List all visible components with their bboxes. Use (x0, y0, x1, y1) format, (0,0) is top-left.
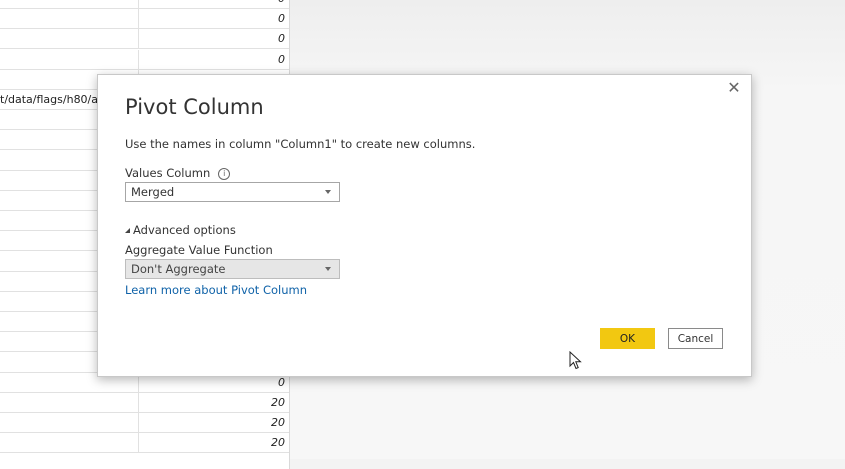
expand-triangle-icon (125, 228, 130, 233)
table-row: 20 (0, 433, 289, 454)
advanced-options-label: Advanced options (133, 223, 236, 237)
ok-button[interactable]: OK (600, 328, 655, 349)
close-icon[interactable]: ✕ (725, 79, 743, 97)
table-cell-numeric[interactable]: 0 (139, 0, 289, 9)
table-cell-numeric[interactable]: 0 (139, 29, 289, 49)
table-cell[interactable] (0, 29, 139, 50)
table-row: 0 (0, 49, 289, 70)
values-column-value: Merged (131, 185, 175, 199)
table-row: 0 (0, 0, 289, 9)
table-cell[interactable] (0, 433, 139, 454)
table-cell-numeric[interactable]: 20 (139, 393, 289, 413)
dialog-title: Pivot Column (125, 95, 264, 119)
table-row: 20 (0, 393, 289, 413)
dialog-description: Use the names in column "Column1" to cre… (125, 137, 476, 151)
learn-more-link[interactable]: Learn more about Pivot Column (125, 283, 307, 297)
aggregate-function-label: Aggregate Value Function (125, 243, 273, 257)
info-icon[interactable]: i (218, 168, 231, 180)
table-cell[interactable] (0, 413, 139, 434)
mouse-cursor-icon (569, 351, 582, 370)
values-column-label-row: Values Column i (125, 166, 231, 180)
pivot-column-dialog: ✕ Pivot Column Use the names in column "… (97, 74, 752, 377)
dropdown-arrow-icon (325, 267, 331, 271)
values-column-label: Values Column (125, 166, 211, 180)
table-cell-numeric[interactable]: 20 (139, 413, 289, 433)
values-column-select[interactable]: Merged (125, 182, 340, 202)
table-cell-numeric[interactable]: 0 (139, 9, 289, 29)
aggregate-function-select[interactable]: Don't Aggregate (125, 259, 340, 279)
table-row: 0 (0, 29, 289, 50)
table-cell[interactable] (0, 9, 139, 30)
table-cell[interactable] (0, 393, 139, 413)
table-row: 20 (0, 413, 289, 434)
dropdown-arrow-icon (325, 190, 331, 194)
table-cell[interactable] (0, 49, 139, 70)
cancel-button[interactable]: Cancel (668, 328, 723, 349)
table-cell-numeric[interactable]: 20 (139, 433, 289, 453)
table-row: 0 (0, 9, 289, 30)
table-cell-numeric[interactable]: 0 (139, 50, 289, 70)
advanced-options-toggle[interactable]: Advanced options (125, 223, 236, 237)
table-cell[interactable] (0, 0, 139, 9)
aggregate-function-value: Don't Aggregate (131, 262, 226, 276)
